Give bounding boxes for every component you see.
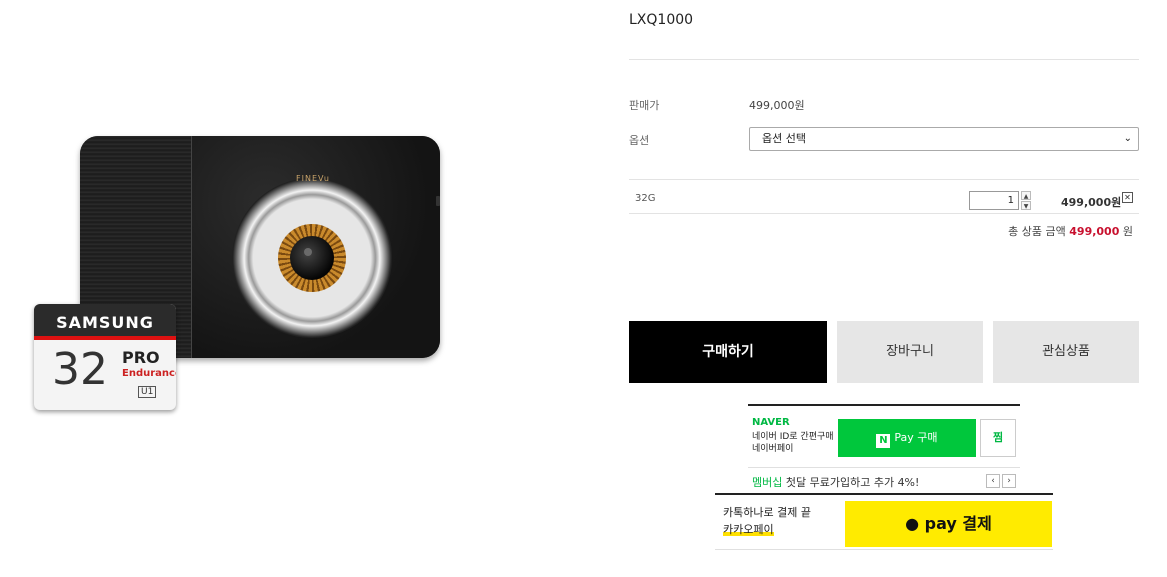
sdcard-image: SAMSUNG 32 PRO Endurance U1 (34, 304, 176, 410)
divider (629, 213, 1139, 214)
price-label: 판매가 (629, 99, 660, 112)
quantity-down-icon[interactable]: ▼ (1021, 201, 1031, 210)
naver-wish-button[interactable]: 찜 (980, 419, 1016, 457)
selected-item-price: 499,000원 (1061, 196, 1122, 209)
sdcard-capacity: 32 (52, 344, 108, 395)
dashcam-lens (290, 236, 334, 280)
option-select[interactable]: 옵션 선택 ⌄ (749, 127, 1139, 151)
naver-pay-button-label: Pay 구매 (894, 431, 938, 444)
total-unit: 원 (1122, 225, 1133, 238)
speech-bubble-icon: ● (905, 514, 920, 533)
kakao-pay-line2: 카카오페이 (723, 523, 774, 536)
wishlist-button[interactable]: 관심상품 (993, 321, 1139, 383)
cart-button[interactable]: 장바구니 (837, 321, 983, 383)
sdcard-u1-badge: U1 (138, 386, 157, 398)
product-image: FINEVu SAMSUNG 32 PRO Endurance U1 (28, 130, 448, 420)
option-select-value: 옵션 선택 (762, 132, 806, 145)
dashcam-side-button (436, 196, 440, 206)
naver-promo-highlight: 멤버십 (752, 476, 783, 489)
chevron-right-icon[interactable]: › (1002, 474, 1016, 488)
total-price: 총 상품 금액 499,000 원 (1008, 223, 1133, 239)
naver-n-icon: N (876, 434, 891, 448)
price-value: 499,000원 (749, 99, 805, 112)
quantity-input[interactable]: 1 (969, 191, 1019, 210)
naver-pay-widget: NAVER 네이버 ID로 간편구매 네이버페이 N Pay 구매 찜 멤버십 첫… (748, 404, 1020, 490)
close-icon[interactable]: ✕ (1122, 192, 1133, 203)
chevron-down-icon: ⌄ (1123, 133, 1132, 144)
divider (629, 59, 1139, 60)
naver-promo-text: 첫달 무료가입하고 추가 4%! (785, 476, 920, 489)
option-label: 옵션 (629, 134, 650, 147)
kakao-pay-button-label: pay 결제 (924, 514, 992, 533)
sdcard-edition: Endurance (122, 368, 176, 379)
product-name: LXQ1000 (629, 12, 694, 28)
naver-pay-subtitle: 네이버 ID로 간편구매 네이버페이 (752, 432, 834, 454)
divider (629, 179, 1139, 180)
kakao-pay-widget: 카톡하나로 결제 끝 카카오페이 ● pay 결제 (715, 493, 1053, 550)
naver-logo: NAVER (752, 417, 790, 428)
selected-option-name: 32G (635, 193, 656, 204)
quantity-up-icon[interactable]: ▲ (1021, 191, 1031, 200)
sdcard-line: PRO (122, 348, 160, 367)
kakao-pay-button[interactable]: ● pay 결제 (845, 501, 1052, 547)
total-amount: 499,000 (1069, 225, 1120, 238)
kakao-pay-line1: 카톡하나로 결제 끝 (723, 506, 811, 519)
dashcam-brand: FINEVu (296, 174, 330, 183)
naver-promo[interactable]: 멤버십 첫달 무료가입하고 추가 4%! (752, 474, 919, 490)
chevron-left-icon[interactable]: ‹ (986, 474, 1000, 488)
total-label: 총 상품 금액 (1008, 225, 1066, 238)
naver-pay-button[interactable]: N Pay 구매 (838, 419, 976, 457)
buy-button[interactable]: 구매하기 (629, 321, 827, 383)
sdcard-brand: SAMSUNG (34, 304, 176, 340)
